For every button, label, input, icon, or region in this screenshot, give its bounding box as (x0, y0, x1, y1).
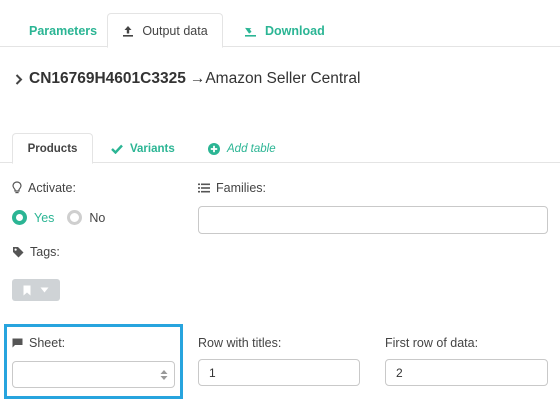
tag-icon (13, 247, 24, 258)
first-row-value: 2 (396, 365, 403, 380)
download-icon (245, 27, 256, 37)
radio-no-label[interactable]: No (89, 211, 105, 225)
tags-dropdown-button[interactable] (12, 279, 60, 301)
tags-label-text: Tags: (30, 245, 60, 259)
radio-yes-label[interactable]: Yes (34, 211, 54, 225)
first-row-label: First row of data: (385, 336, 478, 350)
bookmark-icon (23, 285, 31, 295)
caret-down-icon (40, 287, 49, 293)
tab-products[interactable]: Products (12, 133, 93, 164)
chevron-right-icon[interactable] (15, 73, 23, 85)
lightbulb-icon (12, 181, 22, 194)
list-icon (198, 183, 210, 193)
families-label: Families: (198, 181, 266, 195)
tab-output-data[interactable]: Output data (107, 13, 223, 48)
tab-output-data-label: Output data (142, 23, 208, 38)
row-titles-input[interactable]: 1 (198, 359, 360, 386)
breadcrumb: CN16769H4601C3325 → Amazon Seller Centra… (15, 70, 360, 88)
row-titles-value: 1 (209, 365, 216, 380)
families-label-text: Families: (216, 181, 267, 195)
destination-name: Amazon Seller Central (205, 70, 361, 87)
tab-variants[interactable]: Variants (111, 133, 175, 164)
check-icon (111, 144, 123, 154)
breadcrumb-arrow: → (189, 70, 206, 87)
comment-icon (12, 338, 23, 348)
row-titles-label-text: Row with titles: (198, 336, 282, 350)
sub-tab-bar: Products Variants Add table (0, 130, 560, 164)
tab-parameters[interactable]: Parameters (29, 13, 97, 48)
sheet-label-text: Sheet: (29, 336, 66, 350)
top-tab-bar: Parameters Output data Download (0, 0, 560, 48)
add-table-label: Add table (227, 142, 276, 155)
upload-icon (123, 25, 134, 37)
tab-download-label: Download (265, 23, 325, 38)
radio-no[interactable] (67, 210, 83, 225)
tab-variants-label: Variants (130, 142, 175, 155)
activate-label: Activate: (12, 181, 76, 195)
radio-yes[interactable] (12, 210, 27, 225)
sheet-label: Sheet: (12, 336, 65, 350)
select-arrows-icon (160, 369, 168, 380)
product-code: CN16769H4601C3325 (29, 70, 186, 87)
activate-radio-group: Yes No (12, 210, 105, 225)
first-row-label-text: First row of data: (385, 336, 479, 350)
row-titles-label: Row with titles: (198, 336, 281, 350)
families-input[interactable] (198, 206, 548, 234)
tab-products-label: Products (27, 142, 78, 155)
tab-download[interactable]: Download (244, 13, 325, 48)
tags-label: Tags: (12, 245, 60, 259)
first-row-input[interactable]: 2 (385, 359, 548, 386)
sheet-select[interactable] (12, 361, 175, 388)
tab-parameters-label: Parameters (29, 23, 98, 38)
activate-label-text: Activate: (28, 181, 76, 195)
add-table-button[interactable]: Add table (208, 133, 276, 164)
plus-circle-icon (208, 142, 220, 155)
